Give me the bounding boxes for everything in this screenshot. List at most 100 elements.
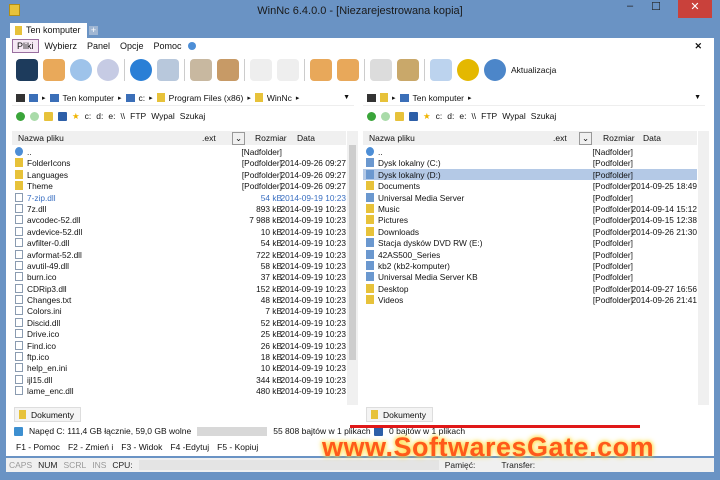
column-date[interactable]: Data [297,133,315,143]
chevron-down-icon[interactable]: ⌄ [232,132,246,145]
search-button[interactable]: Szukaj [180,111,206,121]
breadcrumb-item[interactable]: c: [139,93,146,103]
menu-pliki[interactable]: Pliki [12,39,39,53]
file-row[interactable]: kb2 (kb2-komputer) [Podfolder] [363,260,697,271]
f4-edit-button[interactable]: F4 -Edytuj [170,442,209,452]
f1-help-button[interactable]: F1 - Pomoc [16,442,60,452]
archive-icon[interactable] [217,59,239,81]
drive-e-button[interactable]: e: [108,111,115,121]
breadcrumb-item[interactable]: Ten komputer [413,93,465,103]
scrollbar-thumb[interactable] [349,145,356,360]
maximize-button[interactable]: ☐ [645,0,667,18]
file-row[interactable]: Discid.dll 52 kB 2014-09-19 10:23 [12,317,346,328]
chevron-down-icon[interactable]: ⌄ [579,132,593,145]
column-name[interactable]: Nazwa pliku [18,133,64,143]
file-row[interactable]: Music [Podfolder] 2014-09-14 15:12 [363,203,697,214]
update-label[interactable]: Aktualizacja [511,65,556,75]
menu-wybierz[interactable]: Wybierz [41,40,81,52]
back-icon[interactable] [16,111,25,121]
terminal-icon[interactable] [16,59,38,81]
file-row[interactable]: FolderIcons [Podfolder] 2014-09-26 09:27 [12,157,346,168]
update-icon[interactable] [484,59,506,81]
column-ext[interactable]: .ext [202,133,216,143]
drive-e-button[interactable]: e: [459,111,466,121]
menu-panel[interactable]: Panel [83,40,114,52]
scrollbar[interactable] [347,131,358,405]
file-row[interactable]: avutil-49.dll 58 kB 2014-09-19 10:23 [12,260,346,271]
file-row[interactable]: Pictures [Podfolder] 2014-09-15 12:38 [363,214,697,225]
ftp-button[interactable]: FTP [481,111,497,121]
chevron-down-icon[interactable]: ▼ [694,94,701,101]
network-button[interactable]: \\ [471,111,476,121]
tags-icon[interactable] [277,59,299,81]
network-button[interactable]: \\ [120,111,125,121]
file-row[interactable]: Stacja dysków DVD RW (E:) [Podfolder] [363,237,697,248]
tab-ten-komputer[interactable]: Ten komputer [10,23,87,38]
column-date[interactable]: Data [643,133,661,143]
sync-icon[interactable] [97,59,119,81]
network-icon[interactable] [157,59,179,81]
file-row[interactable]: .. [Nadfolder] [363,146,697,157]
file-row[interactable]: Universal Media Server [Podfolder] [363,192,697,203]
burn-button[interactable]: Wypal [151,111,175,121]
column-size[interactable]: Rozmiar [255,133,287,143]
close-button[interactable]: ✕ [678,0,712,18]
clipboard-icon[interactable] [43,59,65,81]
burn-button[interactable]: Wypal [502,111,526,121]
file-row[interactable]: avfilter-0.dll 54 kB 2014-09-19 10:23 [12,237,346,248]
file-row[interactable]: CDRip3.dll 152 kB 2014-09-19 10:23 [12,283,346,294]
breadcrumb-item[interactable]: Program Files (x86) [169,93,244,103]
f3-view-button[interactable]: F3 - Widok [121,442,162,452]
file-row[interactable]: 42AS500_Series [Podfolder] [363,249,697,260]
lock-icon[interactable] [310,59,332,81]
menu-pomoc[interactable]: Pomoc [150,40,186,52]
cut-icon[interactable] [250,59,272,81]
file-row[interactable]: 7-zip.dll 54 kB 2014-09-19 10:23 [12,192,346,203]
bug-icon[interactable] [457,59,479,81]
forward-icon[interactable] [381,111,390,121]
search-button[interactable]: Szukaj [531,111,557,121]
file-row[interactable]: lame_enc.dll 480 kB 2014-09-19 10:23 [12,385,346,396]
f2-rename-button[interactable]: F2 - Zmień i [68,442,113,452]
file-row[interactable]: Universal Media Server KB [Podfolder] [363,271,697,282]
left-bottom-tab[interactable]: Dokumenty [14,407,81,422]
unlock-icon[interactable] [337,59,359,81]
file-row[interactable]: avcodec-52.dll 7 988 kB 2014-09-19 10:23 [12,214,346,225]
ftp-button[interactable]: FTP [130,111,146,121]
drive-c-button[interactable]: c: [436,111,443,121]
file-row[interactable]: Dysk lokalny (D:) [Podfolder] [363,168,697,181]
favorites-icon[interactable]: ★ [423,111,431,122]
file-row[interactable]: Desktop [Podfolder] 2014-09-27 16:56 [363,283,697,294]
file-row[interactable]: avdevice-52.dll 10 kB 2014-09-19 10:23 [12,226,346,237]
desktop-icon[interactable] [409,111,418,121]
presentation-icon[interactable] [370,59,392,81]
drive-c-button[interactable]: c: [85,111,92,121]
column-name[interactable]: Nazwa pliku [369,133,415,143]
folder-up-icon[interactable] [395,111,404,121]
new-tab-button[interactable]: + [89,26,98,35]
scrollbar[interactable] [698,131,709,405]
back-icon[interactable] [367,111,376,121]
file-row[interactable]: .. [Nadfolder] [12,146,346,157]
left-address-bar[interactable]: ▸ Ten komputer ▸ c: ▸ Program Files (x86) ▸… [12,90,354,106]
f5-copy-button[interactable]: F5 - Kopiuj [217,442,258,452]
file-row[interactable]: Documents [Podfolder] 2014-09-25 18:49 [363,180,697,191]
right-bottom-tab[interactable]: Dokumenty [366,407,433,422]
breadcrumb-item[interactable]: Ten komputer [63,93,115,103]
chevron-down-icon[interactable]: ▼ [343,94,350,101]
menu-opcje[interactable]: Opcje [116,40,148,52]
minimize-button[interactable]: – [620,0,640,18]
right-address-bar[interactable]: ▸ Ten komputer ▸ ▼ [363,90,705,106]
file-row[interactable]: burn.ico 37 kB 2014-09-19 10:23 [12,271,346,282]
forward-icon[interactable] [30,111,39,121]
desktop-icon[interactable] [58,111,67,121]
file-row[interactable]: Find.ico 26 kB 2014-09-19 10:23 [12,340,346,351]
file-row[interactable]: Dysk lokalny (C:) [Podfolder] [363,157,697,168]
file-row[interactable]: Theme [Podfolder] 2014-09-26 09:27 [12,180,346,191]
drive-d-button[interactable]: d: [447,111,454,121]
preview-icon[interactable] [430,59,452,81]
file-row[interactable]: Changes.txt 48 kB 2014-09-19 10:23 [12,294,346,305]
file-row[interactable]: ijl15.dll 344 kB 2014-09-19 10:23 [12,374,346,385]
close-toolbar-icon[interactable]: ✕ [690,40,706,53]
file-row[interactable]: avformat-52.dll 722 kB 2014-09-19 10:23 [12,249,346,260]
